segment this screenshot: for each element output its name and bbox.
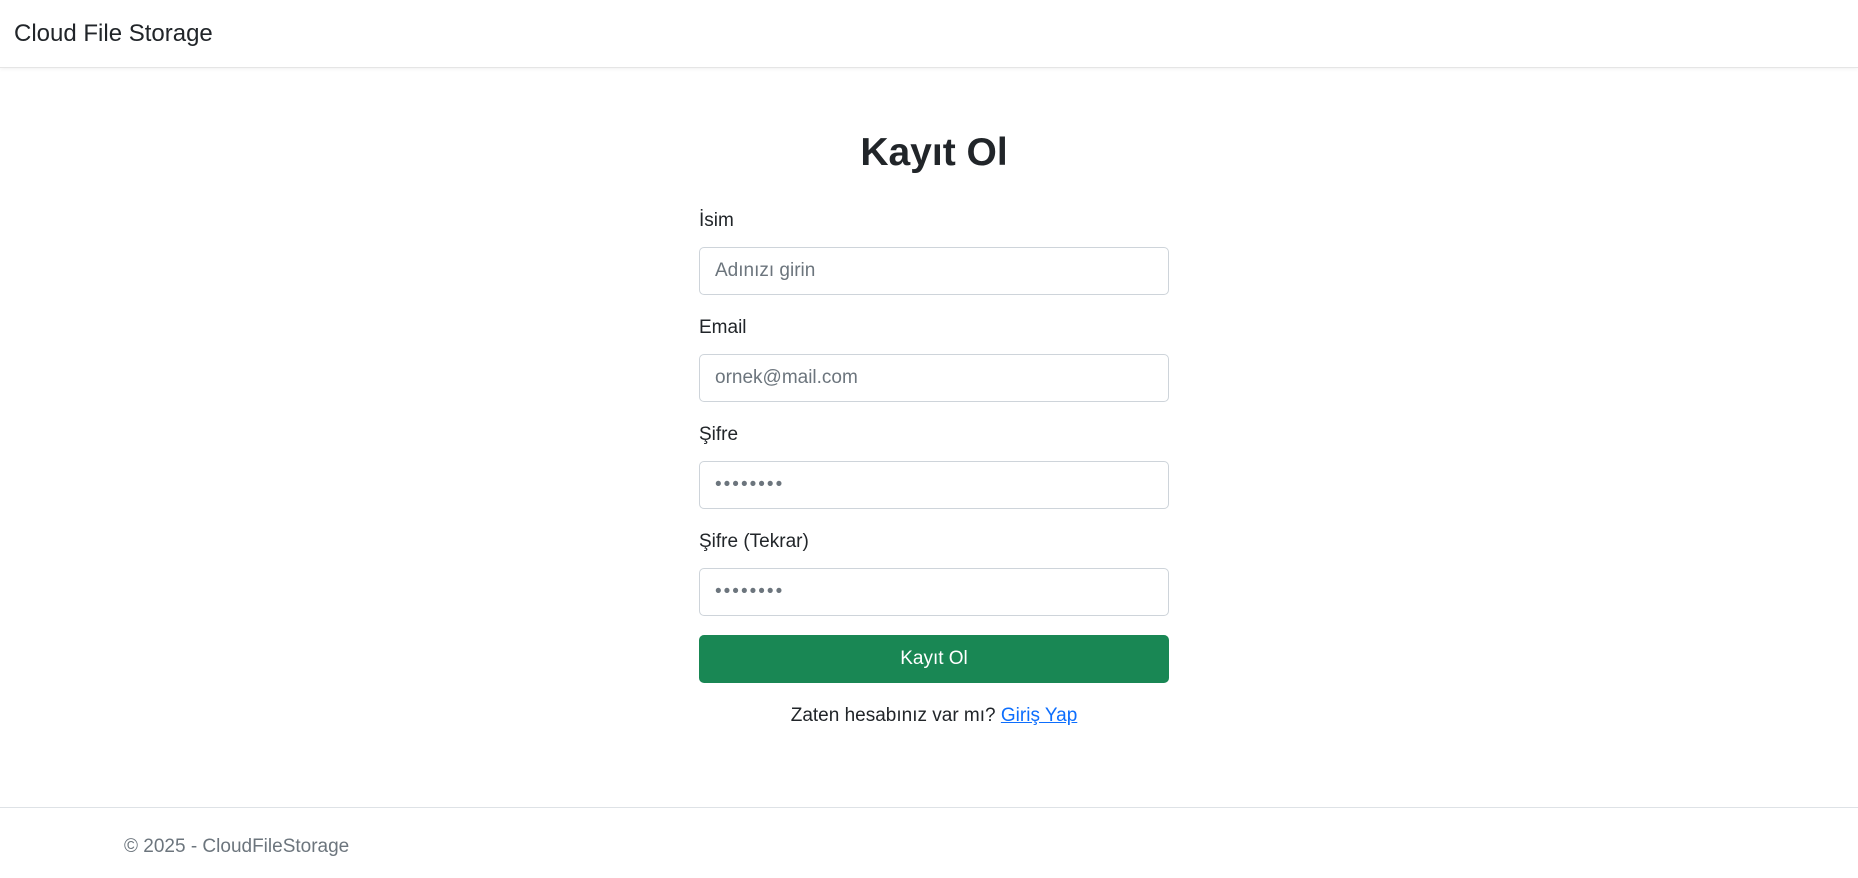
name-label: İsim <box>699 210 734 231</box>
login-prompt-text: Zaten hesabınız var mı? <box>790 705 1001 726</box>
page-title: Kayıt Ol <box>860 131 1008 174</box>
login-prompt-line: Zaten hesabınız var mı? Giriş Yap <box>699 705 1169 727</box>
password-input[interactable] <box>699 461 1169 509</box>
brand-link[interactable]: Cloud File Storage <box>14 20 213 48</box>
login-link[interactable]: Giriş Yap <box>1001 705 1077 726</box>
footer-copyright: © 2025 - CloudFileStorage <box>124 836 350 857</box>
footer: © 2025 - CloudFileStorage <box>0 807 1858 878</box>
main-content: Kayıt Ol İsim Email Şifre Şifre (Tekrar)… <box>0 69 1858 807</box>
name-input[interactable] <box>699 247 1169 295</box>
password-repeat-label: Şifre (Tekrar) <box>699 531 809 552</box>
email-input[interactable] <box>699 354 1169 402</box>
password-label: Şifre <box>699 424 739 445</box>
password-repeat-input[interactable] <box>699 568 1169 616</box>
register-button[interactable]: Kayıt Ol <box>699 635 1169 683</box>
top-navbar: Cloud File Storage <box>0 0 1858 68</box>
email-label: Email <box>699 317 747 338</box>
